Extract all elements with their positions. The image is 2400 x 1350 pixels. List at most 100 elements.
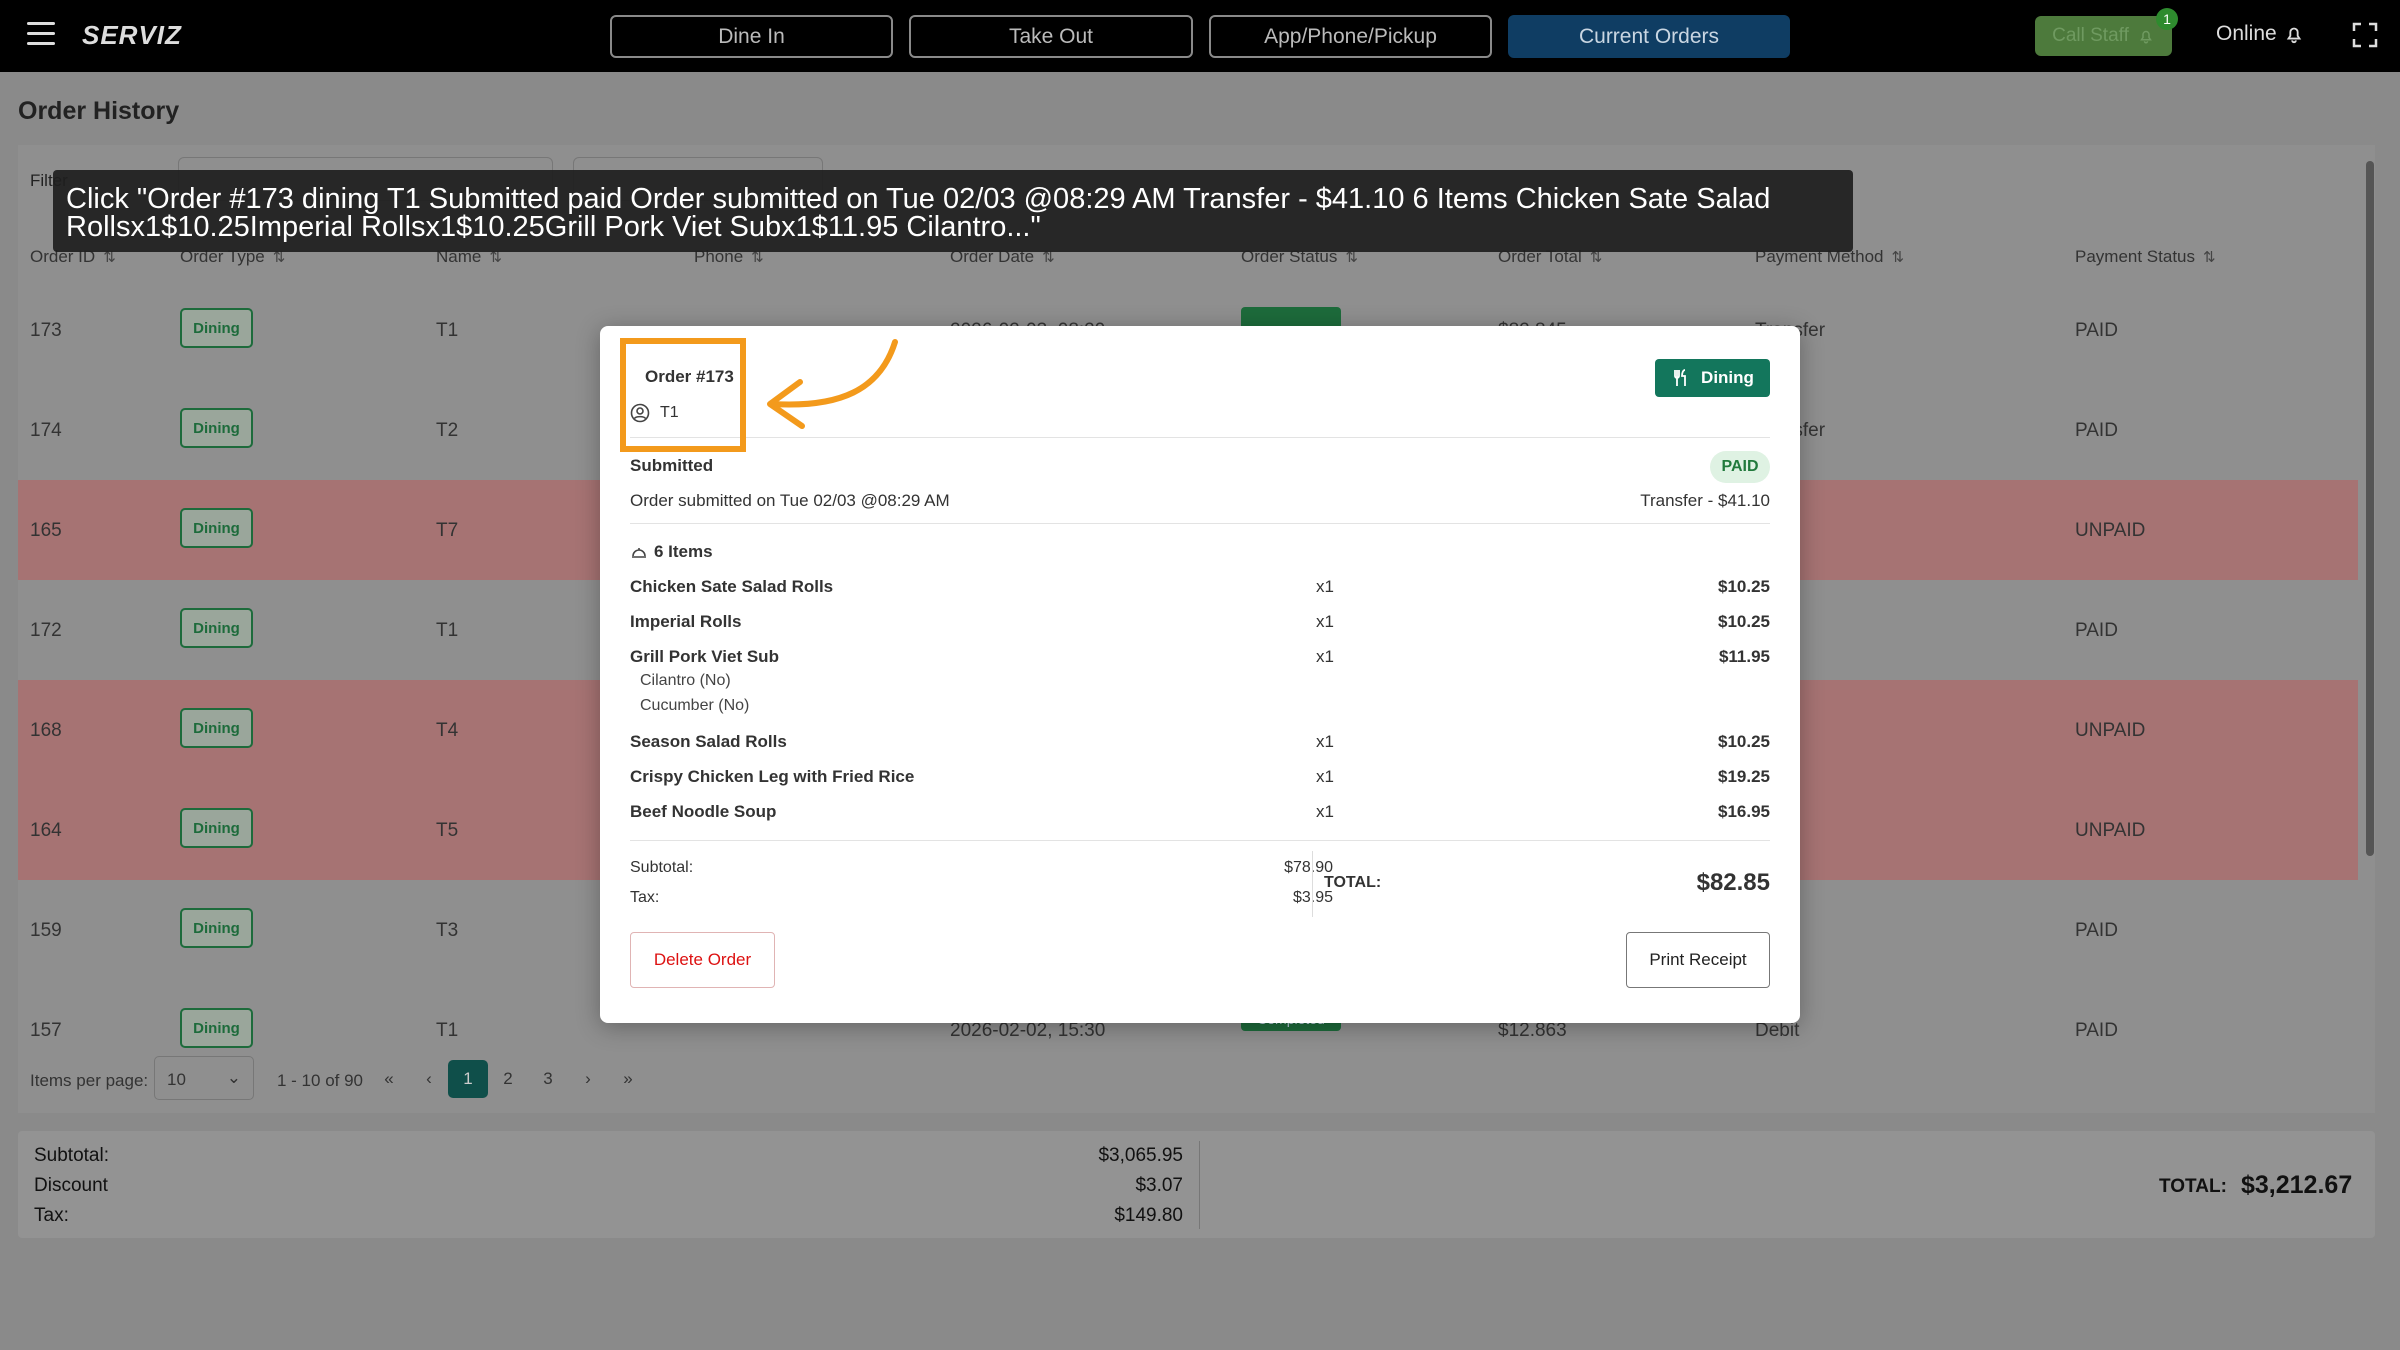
order-type-chip: Dining	[180, 508, 253, 548]
item-price: $19.25	[1718, 767, 1770, 786]
menu-icon[interactable]	[27, 22, 55, 48]
cell-payment: PAID	[2075, 1020, 2118, 1041]
delete-order-button[interactable]: Delete Order	[630, 932, 775, 988]
item-qty: x1	[1316, 647, 1334, 666]
cell-total: $12.863	[1498, 1020, 1567, 1041]
items-count: 6 Items	[630, 542, 713, 562]
page-3-button[interactable]: 3	[528, 1060, 568, 1098]
cell-payment: UNPAID	[2075, 520, 2146, 541]
item-price: $11.95	[1718, 647, 1770, 666]
order-status: Submitted	[630, 456, 714, 475]
items-count-label: 6 Items	[654, 542, 713, 561]
grand-total-value: $3,212.67	[2241, 1171, 2353, 1199]
submitted-date: Order submitted on Tue 02/03 @08:29 AM	[630, 491, 950, 510]
cell-id: 164	[30, 820, 62, 841]
bell-icon	[2139, 30, 2152, 44]
scrollbar-thumb[interactable]	[2366, 161, 2374, 856]
nav-take-out-button[interactable]: Take Out	[909, 15, 1193, 58]
items-per-page-label: Items per page:	[30, 1071, 149, 1090]
modal-subtotal-value: $78.90	[1284, 859, 1333, 876]
cell-id: 173	[30, 320, 62, 341]
item-name: Beef Noodle Soup	[630, 802, 777, 821]
grand-total-label: TOTAL:	[2159, 1176, 2227, 1197]
modal-tax-value: $3.95	[1240, 889, 1333, 907]
cell-name: T5	[436, 820, 459, 841]
item-price: $10.25	[1718, 577, 1770, 596]
order-item: Imperial Rolls x1 $10.25	[630, 612, 1770, 642]
nav-app-phone-pickup-button[interactable]: App/Phone/Pickup	[1209, 15, 1492, 58]
print-receipt-button[interactable]: Print Receipt	[1626, 932, 1770, 988]
cell-payment: UNPAID	[2075, 720, 2146, 741]
pagination: Items per page: 10 ⌄ 1 - 10 of 90 « ‹ 1 …	[18, 1053, 2375, 1113]
cell-id: 165	[30, 520, 62, 541]
cell-name: T3	[436, 920, 459, 941]
item-name: Imperial Rolls	[630, 612, 742, 631]
cell-name: T1	[436, 1020, 459, 1041]
online-label: Online	[2216, 22, 2277, 45]
tax-label: Tax:	[34, 1205, 69, 1226]
items-per-page-value: 10	[167, 1070, 186, 1089]
cell-id: 172	[30, 620, 62, 641]
order-type-chip: Dining	[180, 608, 253, 648]
call-staff-button[interactable]: Call Staff 1	[2035, 8, 2178, 56]
item-name: Grill Pork Viet Sub	[630, 647, 779, 666]
online-status[interactable]: Online	[2216, 22, 2305, 46]
call-staff-badge: 1	[2156, 8, 2178, 30]
first-page-button[interactable]: «	[369, 1060, 409, 1098]
sort-icon: ⇅	[1891, 249, 1905, 266]
dining-label: Dining	[1701, 368, 1754, 387]
cell-payment: UNPAID	[2075, 820, 2146, 841]
sort-icon: ⇅	[2203, 249, 2216, 266]
order-type-chip: Dining	[180, 1008, 253, 1048]
order-type-chip: Dining	[180, 308, 253, 348]
item-qty: x1	[1316, 767, 1334, 786]
item-name: Crispy Chicken Leg with Fried Rice	[630, 767, 915, 786]
next-page-button[interactable]: ›	[568, 1060, 608, 1098]
call-staff-label: Call Staff	[2052, 25, 2129, 46]
cell-id: 174	[30, 420, 62, 441]
totals-panel: Subtotal: $3,065.95 Discount $3.07 Tax: …	[18, 1131, 2375, 1238]
order-item: Crispy Chicken Leg with Fried Rice x1 $19.…	[630, 767, 1770, 797]
cell-name: T7	[436, 520, 459, 541]
cell-name: T2	[436, 420, 459, 441]
order-item: Season Salad Rolls x1 $10.25	[630, 732, 1770, 762]
page-1-button[interactable]: 1	[448, 1060, 488, 1098]
item-modifier: Cucumber (No)	[640, 697, 750, 714]
dining-badge: Dining	[1655, 359, 1770, 397]
last-page-button[interactable]: »	[608, 1060, 648, 1098]
header-label: Payment Status	[2075, 247, 2196, 266]
order-item: Grill Pork Viet Sub x1 $11.95	[630, 647, 1770, 677]
brand-logo: SERVIZ	[82, 20, 182, 50]
subtotal-value: $3,065.95	[1098, 1145, 1183, 1166]
table-scrollbar[interactable]	[2363, 153, 2377, 1048]
order-type-chip: Dining	[180, 908, 253, 948]
cell-id: 159	[30, 920, 62, 941]
cell-method: Debit	[1755, 1020, 1800, 1041]
item-qty: x1	[1316, 577, 1334, 596]
divider	[630, 523, 1770, 524]
header-payment-status[interactable]: Payment Status ⇅	[2075, 247, 2216, 267]
discount-label: Discount	[34, 1175, 108, 1196]
click-target-highlight	[620, 338, 746, 452]
divider	[630, 840, 1770, 841]
tax-value: $149.80	[1114, 1205, 1183, 1226]
nav-dine-in-button[interactable]: Dine In	[610, 15, 893, 58]
page-2-button[interactable]: 2	[488, 1060, 528, 1098]
dish-icon	[632, 548, 646, 558]
fullscreen-icon[interactable]	[2352, 22, 2378, 48]
item-price: $10.25	[1718, 612, 1770, 631]
instruction-tooltip: Click "Order #173 dining T1 Submitted pa…	[53, 170, 1853, 252]
items-per-page-select[interactable]: 10 ⌄	[154, 1056, 254, 1100]
order-type-chip: Dining	[180, 708, 253, 748]
cell-date: 2026-02-02, 15:30	[950, 1020, 1106, 1041]
item-qty: x1	[1316, 612, 1334, 631]
nav-current-orders-button[interactable]: Current Orders	[1508, 15, 1790, 58]
item-name: Season Salad Rolls	[630, 732, 787, 751]
page-title: Order History	[18, 97, 180, 125]
item-name: Chicken Sate Salad Rolls	[630, 577, 834, 596]
chevron-down-icon: ⌄	[226, 1068, 241, 1087]
item-price: $10.25	[1718, 732, 1770, 751]
cell-payment: PAID	[2075, 620, 2118, 641]
prev-page-button[interactable]: ‹	[409, 1060, 449, 1098]
subtotal-label: Subtotal:	[34, 1145, 109, 1166]
